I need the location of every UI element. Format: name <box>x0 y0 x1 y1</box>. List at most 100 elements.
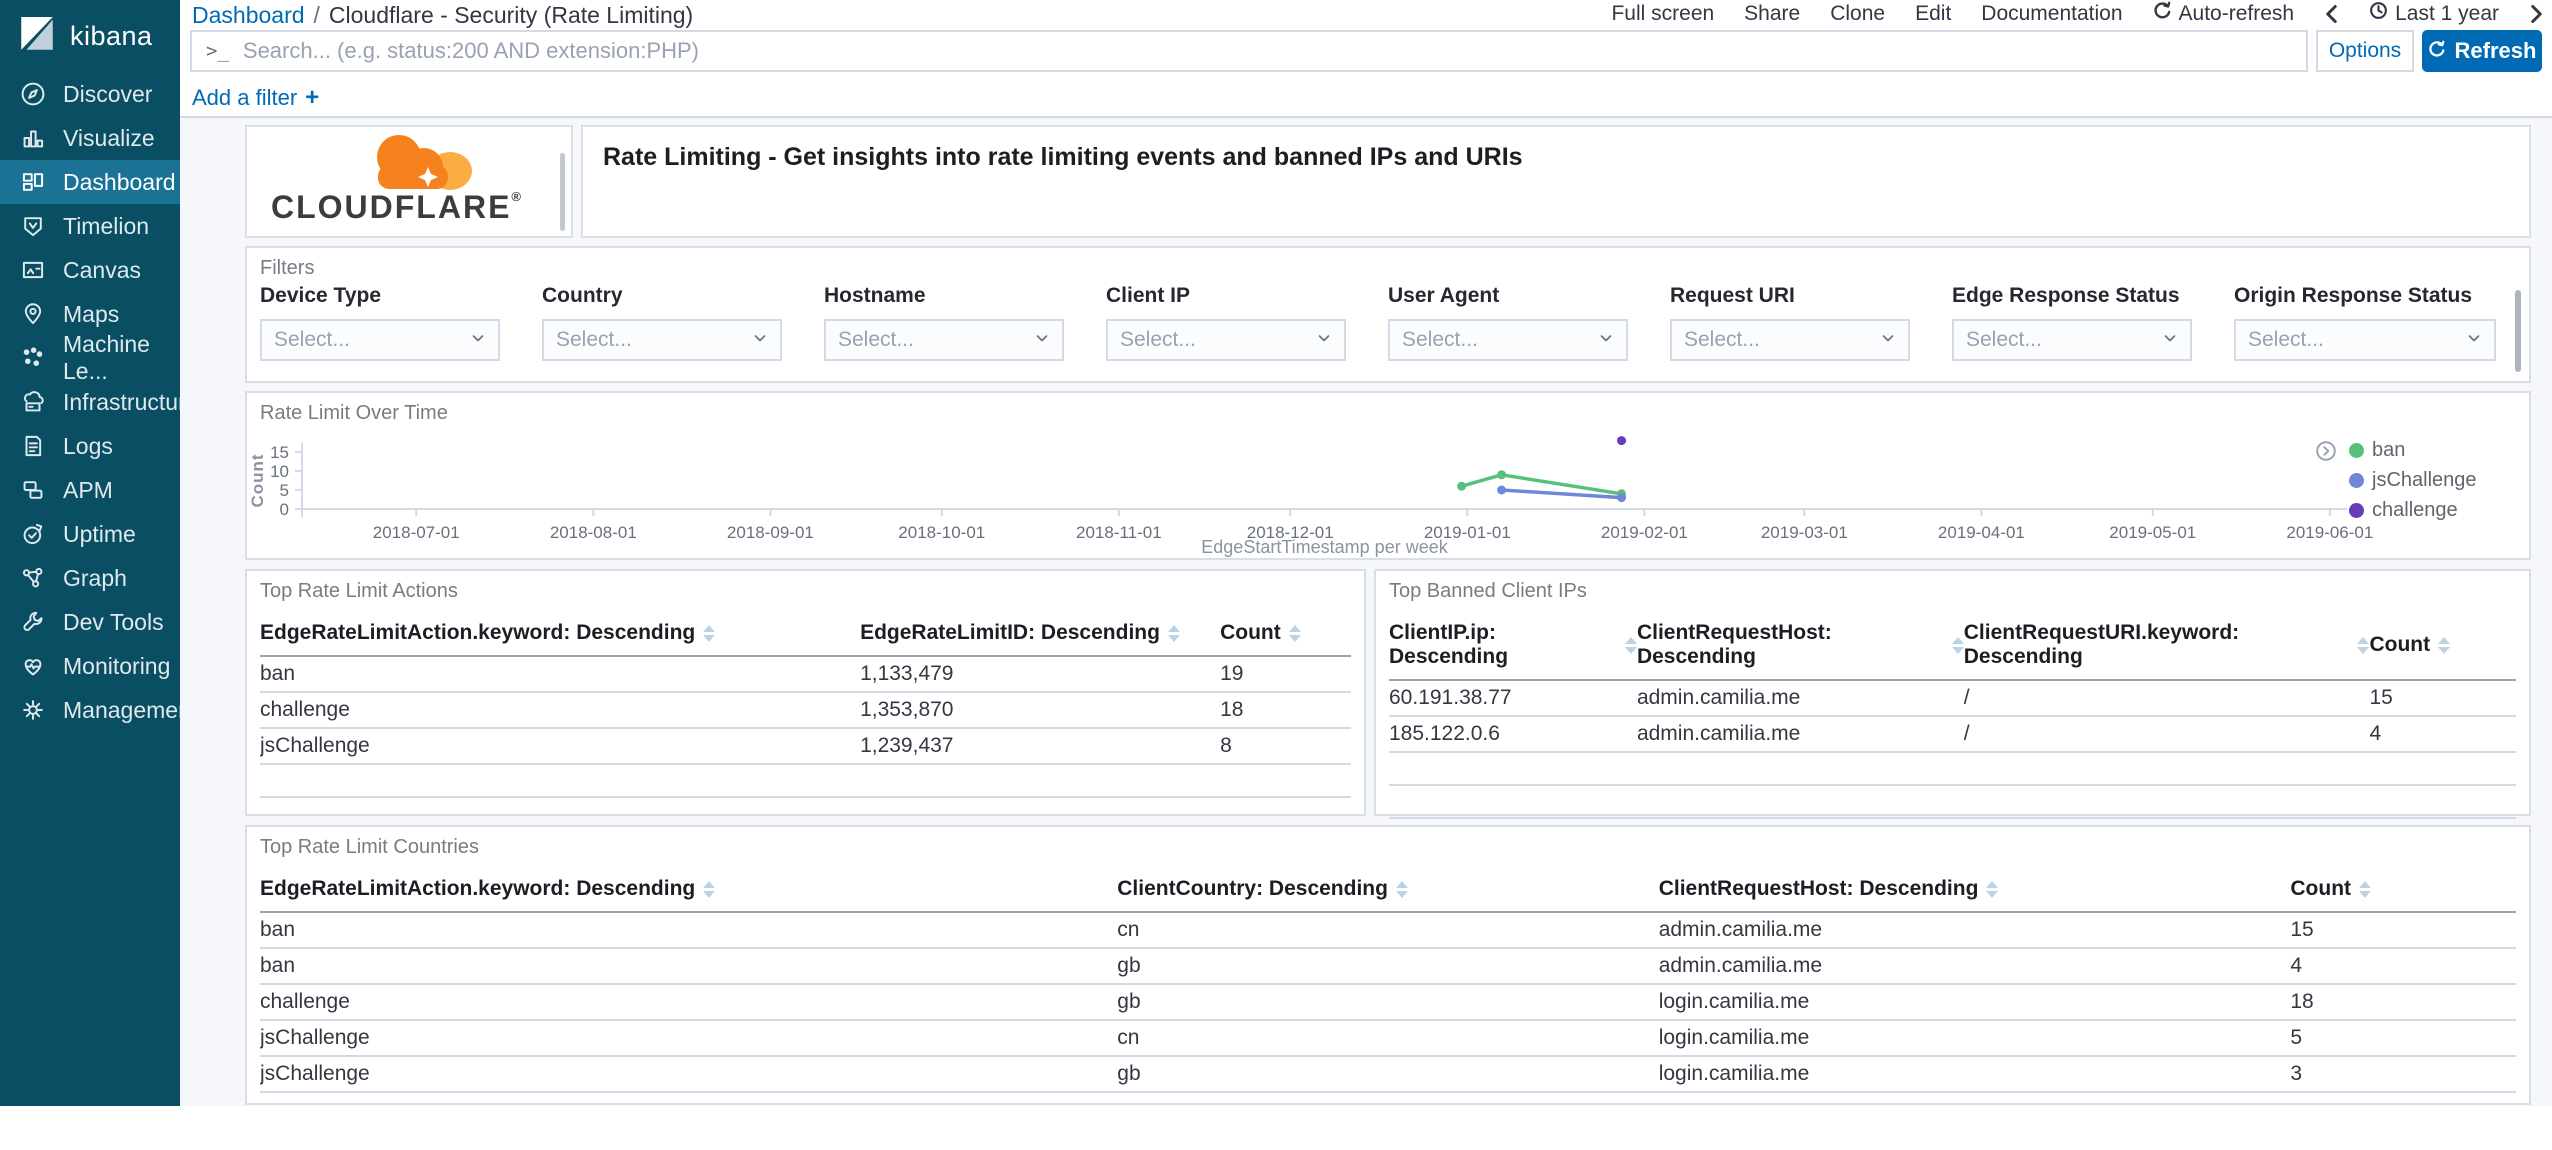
filter-select-request-uri[interactable]: Select... <box>1670 319 1910 361</box>
sort-icon <box>2357 636 2370 654</box>
table-body: ban 1,133,479 19 challenge 1,353,870 18 jsChal… <box>260 656 1351 831</box>
search-input[interactable] <box>242 38 2292 64</box>
sort-asc-icon <box>703 880 716 888</box>
sort-icon <box>1624 636 1637 654</box>
machine-learning-icon <box>20 345 46 371</box>
sidebar-item-graph[interactable]: Graph <box>0 556 180 600</box>
column-header-edgeratelimitaction-keyword[interactable]: EdgeRateLimitAction.keyword: Descending <box>260 615 861 657</box>
sidebar-item-label: Infrastructure <box>63 388 199 415</box>
time-prev-button[interactable] <box>2324 4 2339 24</box>
clock-icon <box>2369 1 2388 26</box>
legend-item-jschallenge[interactable]: jsChallenge <box>2349 469 2477 492</box>
branding-panel-scrollbar[interactable] <box>560 153 565 231</box>
panel-filters: Filters Device Type Select... Country Selec… <box>245 246 2531 383</box>
table-cell: challenge <box>260 692 861 729</box>
monitoring-icon <box>20 653 46 679</box>
svg-text:2018-08-01: 2018-08-01 <box>550 523 637 542</box>
column-header-clientrequesturi-keyword[interactable]: ClientRequestURI.keyword: Descending <box>1963 615 2370 681</box>
legend-item-challenge[interactable]: challenge <box>2349 499 2477 522</box>
options-button[interactable]: Options <box>2316 30 2414 72</box>
auto-refresh-button[interactable]: Auto-refresh <box>2153 1 2294 26</box>
column-header-edgeratelimitid[interactable]: EdgeRateLimitID: Descending <box>860 615 1221 657</box>
sidebar-item-timelion[interactable]: Timelion <box>0 204 180 248</box>
legend-toggle-icon[interactable] <box>2315 440 2337 467</box>
sort-asc-icon <box>1288 624 1301 632</box>
filter-select-client-ip[interactable]: Select... <box>1106 319 1346 361</box>
column-header-count[interactable]: Count <box>1220 615 1351 657</box>
filter-label: Client IP <box>1106 284 1191 307</box>
filter-label: Origin Response Status <box>2234 284 2473 307</box>
filter-select-hostname[interactable]: Select... <box>824 319 1064 361</box>
svg-text:2018-09-01: 2018-09-01 <box>727 523 814 542</box>
column-header-clientip-ip[interactable]: ClientIP.ip: Descending <box>1389 615 1637 681</box>
sidebar-item-visualize[interactable]: Visualize <box>0 116 180 160</box>
sidebar-item-machine-le[interactable]: Machine Le... <box>0 331 180 384</box>
table-cell: login.camilia.me <box>1658 984 2291 1021</box>
svg-text:2019-04-01: 2019-04-01 <box>1938 523 2025 542</box>
breadcrumb-dashboard-link[interactable]: Dashboard <box>192 2 305 29</box>
time-range-picker[interactable]: Last 1 year <box>2369 1 2499 26</box>
filter-control-origin-response-status: Origin Response Status Select... <box>2234 284 2496 361</box>
filter-control-hostname: Hostname Select... <box>824 284 1064 361</box>
time-next-button[interactable] <box>2529 4 2544 24</box>
table-row: 185.122.0.6 admin.camilia.me/4 <box>1389 716 2516 753</box>
menu-item-documentation[interactable]: Documentation <box>1981 2 2122 26</box>
kibana-logo-icon[interactable] <box>16 13 58 60</box>
sort-desc-icon <box>1624 646 1637 654</box>
table-cell-empty <box>1963 752 2370 786</box>
column-header-clientrequesthost[interactable]: ClientRequestHost: Descending <box>1636 615 1964 681</box>
svg-text:2019-05-01: 2019-05-01 <box>2109 523 2196 542</box>
menu-item-full-screen[interactable]: Full screen <box>1611 2 1714 26</box>
compass-icon <box>20 81 46 107</box>
timelion-icon <box>20 213 46 239</box>
column-header-clientrequesthost[interactable]: ClientRequestHost: Descending <box>1658 871 2291 913</box>
sidebar-item-apm[interactable]: APM <box>0 468 180 512</box>
sidebar-item-infrastructure[interactable]: Infrastructure <box>0 380 199 424</box>
column-header-count[interactable]: Count <box>2369 615 2516 681</box>
sort-asc-icon <box>1951 636 1964 644</box>
sidebar-item-canvas[interactable]: Canvas <box>0 248 180 292</box>
sort-icon <box>1395 880 1408 898</box>
time-range-label: Last 1 year <box>2395 1 2499 25</box>
sidebar-item-dashboard[interactable]: Dashboard <box>0 160 180 204</box>
registered-mark: ® <box>511 189 523 204</box>
table-row: challenge gb login.camilia.me 18 <box>260 984 2516 1021</box>
sidebar-item-dev-tools[interactable]: Dev Tools <box>0 600 180 644</box>
chevron-down-icon <box>1316 328 1332 352</box>
filter-select-user-agent[interactable]: Select... <box>1388 319 1628 361</box>
filter-select-device-type[interactable]: Select... <box>260 319 500 361</box>
sidebar-item-monitoring[interactable]: Monitoring <box>0 644 180 688</box>
filter-select-origin-response-status[interactable]: Select... <box>2234 319 2496 361</box>
breadcrumb: Dashboard / Cloudflare - Security (Rate … <box>192 2 693 29</box>
column-header-count[interactable]: Count <box>2290 871 2516 913</box>
sidebar-item-maps[interactable]: Maps <box>0 292 180 336</box>
top-rate-limit-countries-table: EdgeRateLimitAction.keyword: Descending C… <box>260 871 2516 1126</box>
column-header-edgeratelimitaction-keyword[interactable]: EdgeRateLimitAction.keyword: Descending <box>260 871 1118 913</box>
filter-select-edge-response-status[interactable]: Select... <box>1952 319 2192 361</box>
sidebar-item-management[interactable]: Management <box>0 688 197 732</box>
column-header-inner: EdgeRateLimitAction.keyword: Descending <box>260 621 716 645</box>
filter-select-country[interactable]: Select... <box>542 319 782 361</box>
sidebar-item-discover[interactable]: Discover <box>0 72 180 116</box>
apm-icon <box>20 477 46 503</box>
sidebar-item-logs[interactable]: Logs <box>0 424 180 468</box>
menu-item-share[interactable]: Share <box>1744 2 1800 26</box>
table-header-row: EdgeRateLimitAction.keyword: Descending E… <box>260 615 1351 657</box>
sort-icon <box>2438 636 2451 654</box>
refresh-button[interactable]: Refresh <box>2422 30 2542 72</box>
menu-item-edit[interactable]: Edit <box>1915 2 1951 26</box>
table-cell: login.camilia.me <box>1658 1056 2291 1093</box>
sidebar-item-uptime[interactable]: Uptime <box>0 512 180 556</box>
table-cell: challenge <box>260 984 1118 1021</box>
sort-desc-icon <box>703 634 716 642</box>
top-bar: Dashboard / Cloudflare - Security (Rate … <box>180 0 2552 118</box>
legend-item-ban[interactable]: ban <box>2349 439 2477 462</box>
filter-label: User Agent <box>1388 284 1500 307</box>
menu-item-clone[interactable]: Clone <box>1830 2 1885 26</box>
add-filter-button[interactable]: Add a filter + <box>192 84 319 112</box>
logs-icon <box>20 433 46 459</box>
column-header-label: ClientRequestURI.keyword: Descending <box>1963 621 2240 668</box>
sort-icon <box>1986 880 1999 898</box>
column-header-clientcountry[interactable]: ClientCountry: Descending <box>1117 871 1659 913</box>
filters-panel-scrollbar[interactable] <box>2515 290 2521 372</box>
